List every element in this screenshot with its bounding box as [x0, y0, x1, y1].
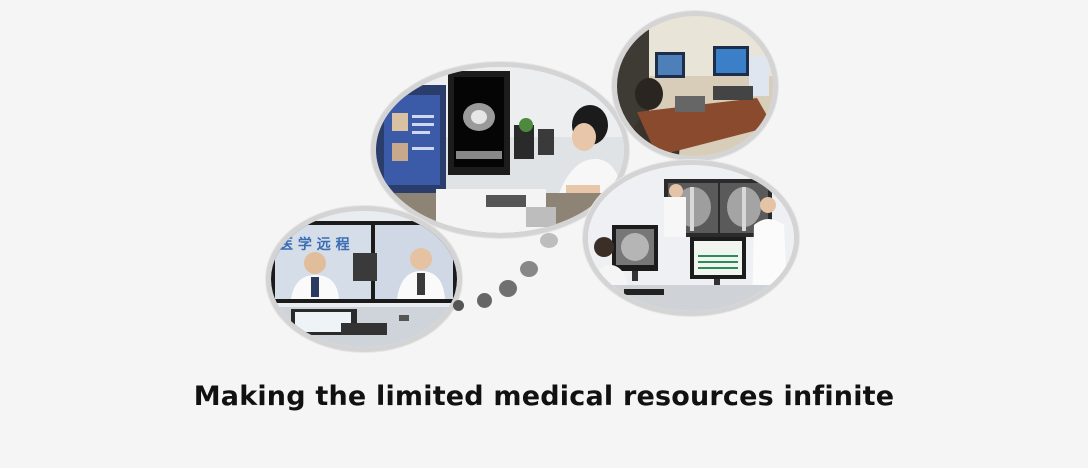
thought-dot [499, 280, 517, 297]
remote-office-photo [612, 11, 778, 161]
thought-dot [477, 293, 492, 308]
caption-text: Making the limited medical resources inf… [193, 381, 895, 412]
thought-dot [540, 233, 558, 248]
thought-dot [520, 261, 538, 277]
video-conference-photo: 医 学 远 程 [266, 206, 462, 352]
xray-review-photo [583, 160, 799, 316]
thought-dot [453, 300, 464, 311]
remote-screen-text: 医 学 远 程 [279, 236, 350, 253]
